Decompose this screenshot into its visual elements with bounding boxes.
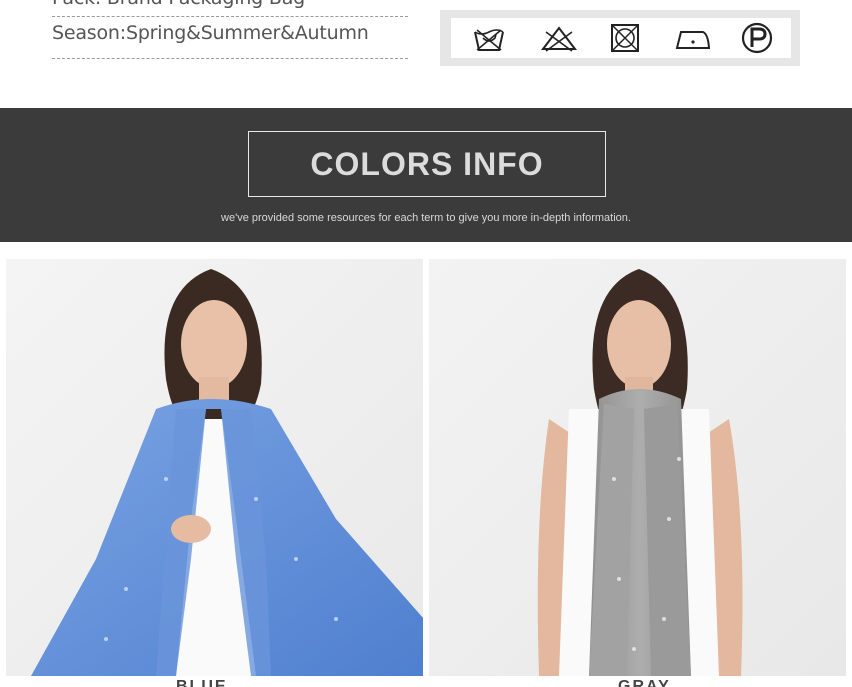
divider <box>52 16 408 17</box>
spec-season: Season:Spring&Summer&Autumn <box>52 22 369 44</box>
hand-wash-icon <box>474 29 504 51</box>
do-not-bleach-icon <box>540 26 578 52</box>
spec-pack: Pack: Brand Packaging Bag <box>52 0 408 15</box>
product-detail-page: Pack: Brand Packaging Bag Season:Spring&… <box>0 0 852 687</box>
care-instructions-panel <box>440 10 800 66</box>
product-image-blue[interactable] <box>6 259 423 676</box>
color-name-blue: BLUE <box>176 678 228 687</box>
divider <box>52 58 408 59</box>
iron-low-heat-icon <box>675 31 711 49</box>
section-subtitle: we've provided some resources for each t… <box>221 212 631 224</box>
product-image-gray[interactable] <box>429 259 846 676</box>
colors-info-banner: COLORS INFO we've provided some resource… <box>0 108 852 242</box>
do-not-tumble-dry-icon <box>611 24 639 52</box>
section-title: COLORS INFO <box>310 145 544 182</box>
care-icons-row <box>451 18 791 58</box>
color-name-gray: GRAY <box>618 678 671 687</box>
dry-clean-p-icon <box>741 22 773 54</box>
colors-info-title-box: COLORS INFO <box>248 131 606 197</box>
